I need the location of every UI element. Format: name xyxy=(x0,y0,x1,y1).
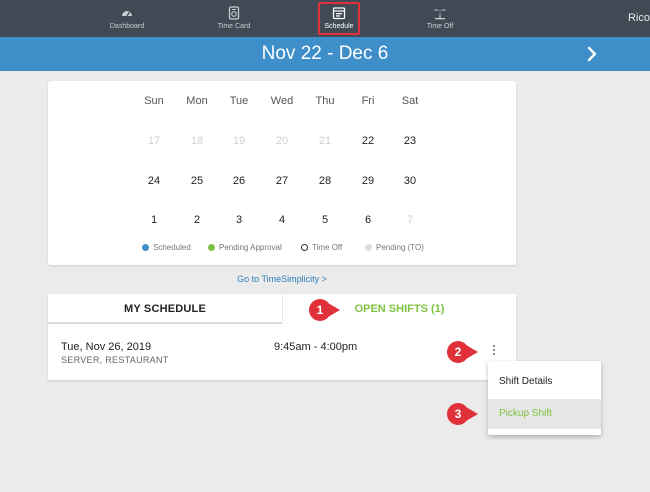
callout-number: 2 xyxy=(447,341,469,363)
calendar-day[interactable]: 5 xyxy=(305,214,345,226)
weekday-label: Tue xyxy=(229,95,249,107)
menu-shift-details[interactable]: Shift Details xyxy=(488,367,601,397)
calendar-day[interactable]: 25 xyxy=(177,175,217,187)
calendar-day[interactable]: 7 xyxy=(390,214,430,226)
step-1-callout: 1 xyxy=(309,299,343,321)
legend-time-off-label: Time Off xyxy=(312,243,343,252)
calendar-day[interactable]: 1 xyxy=(134,214,174,226)
tab-my-schedule[interactable]: MY SCHEDULE xyxy=(48,294,282,324)
shift-date: Tue, Nov 26, 2019 xyxy=(61,341,152,353)
pending-approval-dot-icon xyxy=(208,244,215,251)
gauge-icon xyxy=(122,11,132,17)
legend-scheduled-label: Scheduled xyxy=(153,243,191,252)
weekday-label: Mon xyxy=(186,95,208,107)
date-range-title: Nov 22 - Dec 6 xyxy=(261,43,389,64)
calendar-week-row: 1 2 3 4 5 6 7 xyxy=(48,214,516,230)
calendar-day[interactable]: 26 xyxy=(219,175,259,187)
calendar-day[interactable]: 4 xyxy=(262,214,302,226)
nav-time-card-label: Time Card xyxy=(217,23,251,30)
schedule-panel: MY SCHEDULE OPEN SHIFTS (1) Tue, Nov 26,… xyxy=(48,294,516,380)
calendar-day[interactable]: 22 xyxy=(348,135,388,147)
calendar-day[interactable]: 29 xyxy=(348,175,388,187)
legend-pending-to-label: Pending (TO) xyxy=(376,243,424,252)
nav-dashboard[interactable]: Dashboard xyxy=(82,0,172,37)
timesimplicity-link[interactable]: Go to TimeSimplicity > xyxy=(0,274,564,284)
shift-time: 9:45am - 4:00pm xyxy=(274,341,358,353)
calendar-day[interactable]: 6 xyxy=(348,214,388,226)
calendar-day[interactable]: 2 xyxy=(177,214,217,226)
calendar-day[interactable]: 24 xyxy=(134,175,174,187)
shift-role: SERVER, RESTAURANT xyxy=(61,355,169,365)
legend-time-off: Time Off xyxy=(301,243,342,252)
calendar-legend: Scheduled Pending Approval Time Off Pend… xyxy=(48,243,516,255)
scheduled-dot-icon xyxy=(142,244,149,251)
date-range-bar: Nov 22 - Dec 6 xyxy=(0,37,650,71)
calendar-weekday-header: Sun Mon Tue Wed Thu Fri Sat xyxy=(48,95,516,111)
calendar-day[interactable]: 18 xyxy=(177,135,217,147)
time-off-ring-icon xyxy=(301,244,308,251)
weekday-label: Sun xyxy=(144,95,164,107)
shift-options-menu: Shift Details Pickup Shift xyxy=(488,361,601,435)
pending-to-dot-icon xyxy=(365,244,372,251)
calendar-day[interactable]: 27 xyxy=(262,175,302,187)
calendar-day[interactable]: 28 xyxy=(305,175,345,187)
more-options-icon[interactable] xyxy=(491,345,497,359)
chevron-right-icon[interactable] xyxy=(583,45,601,63)
legend-scheduled: Scheduled xyxy=(142,243,191,252)
nav-dashboard-label: Dashboard xyxy=(109,23,145,30)
calendar-card: Sun Mon Tue Wed Thu Fri Sat 17 18 19 20 … xyxy=(48,81,516,265)
calendar-week-row: 17 18 19 20 21 22 23 xyxy=(48,135,516,151)
legend-pending-to: Pending (TO) xyxy=(365,243,424,252)
weekday-label: Wed xyxy=(270,95,294,107)
top-nav: Dashboard Time Card Schedule Time Off Ri… xyxy=(0,0,650,37)
schedule-highlight-annotation xyxy=(318,2,360,35)
step-3-callout: 3 xyxy=(447,403,481,425)
menu-pickup-shift[interactable]: Pickup Shift xyxy=(488,399,601,429)
legend-pending-approval-label: Pending Approval xyxy=(219,243,282,252)
callout-number: 1 xyxy=(309,299,331,321)
calendar-day[interactable]: 19 xyxy=(219,135,259,147)
weekday-label: Thu xyxy=(315,95,335,107)
nav-time-card[interactable]: Time Card xyxy=(189,0,279,37)
calendar-day[interactable]: 30 xyxy=(390,175,430,187)
weekday-label: Fri xyxy=(361,95,375,107)
nav-time-off-label: Time Off xyxy=(426,23,454,30)
legend-pending-approval: Pending Approval xyxy=(208,243,282,252)
nav-time-off[interactable]: Time Off xyxy=(395,0,485,37)
calendar-day[interactable]: 20 xyxy=(262,135,302,147)
user-name[interactable]: Rico xyxy=(628,12,650,24)
calendar-day[interactable]: 21 xyxy=(305,135,345,147)
callout-number: 3 xyxy=(447,403,469,425)
weekday-label: Sat xyxy=(401,95,419,107)
calendar-day[interactable]: 17 xyxy=(134,135,174,147)
calendar-week-row: 24 25 26 27 28 29 30 xyxy=(48,175,516,191)
calendar-day[interactable]: 23 xyxy=(390,135,430,147)
calendar-day[interactable]: 3 xyxy=(219,214,259,226)
step-2-callout: 2 xyxy=(447,341,481,363)
palm-tree-icon xyxy=(434,9,446,20)
timecard-icon xyxy=(228,6,240,20)
